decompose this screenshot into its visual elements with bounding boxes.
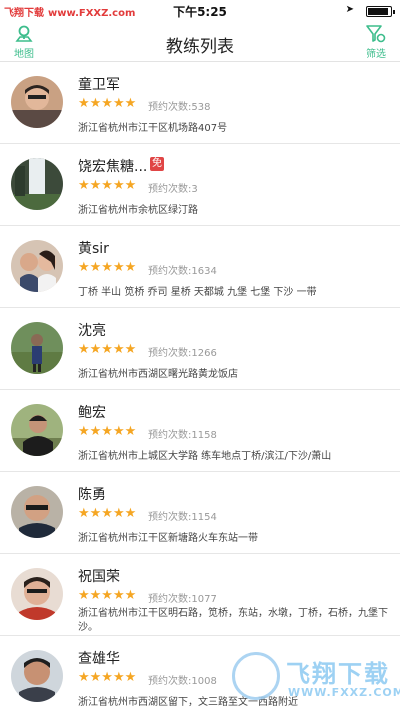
coach-name: 沈亮 (78, 323, 106, 339)
rating-stars: ★★★★★ (78, 506, 137, 521)
coach-address: 浙江省杭州市江干区机场路407号 (78, 123, 228, 134)
coach-name: 陈勇 (78, 487, 106, 503)
coach-item[interactable]: 黄sir ★★★★★ 预约次数:1634 丁桥 半山 笕桥 乔司 星桥 天都城 … (0, 226, 400, 308)
filter-label: 筛选 (366, 49, 386, 60)
coach-item[interactable]: 陈勇 ★★★★★ 预约次数:1154 浙江省杭州市江干区新塘路火车东站一带 (0, 472, 400, 554)
booking-count: 预约次数:3 (148, 184, 198, 195)
coach-name: 黄sir (78, 241, 109, 257)
avatar (11, 650, 63, 702)
filter-button[interactable]: 筛选 (354, 24, 398, 60)
booking-count: 预约次数:1158 (148, 430, 217, 441)
rating-stars: ★★★★★ (78, 670, 137, 685)
coach-address: 浙江省杭州市江干区明石路，笕桥，东站，水墩，丁桥，石桥，九堡下沙。 (78, 608, 388, 633)
watermark-logo-title: 飞翔下载 (286, 660, 390, 688)
coach-name: 查雄华 (78, 651, 120, 667)
coach-item[interactable]: 饶宏焦糖... 免 ★★★★★ 预约次数:3 浙江省杭州市余杭区绿汀路 (0, 144, 400, 226)
rating-stars: ★★★★★ (78, 178, 137, 193)
status-bar: 飞翔下载 www.FXXZ.com 下午5:25 ➤ (0, 0, 400, 22)
booking-count: 预约次数:1008 (148, 676, 217, 687)
coach-item[interactable]: 童卫军 ★★★★★ 预约次数:538 浙江省杭州市江干区机场路407号 (0, 62, 400, 144)
avatar (11, 76, 63, 128)
coach-address: 浙江省杭州市余杭区绿汀路 (78, 205, 198, 216)
watermark-logo-icon (232, 652, 280, 700)
battery-icon (366, 6, 395, 17)
battery-fill (368, 8, 389, 15)
coach-item[interactable]: 祝国荣 ★★★★★ 预约次数:1077 浙江省杭州市江干区明石路，笕桥，东站，水… (0, 554, 400, 636)
filter-icon (366, 25, 386, 43)
booking-count: 预约次数:538 (148, 102, 211, 113)
rating-stars: ★★★★★ (78, 342, 137, 357)
coach-name: 饶宏焦糖... (78, 159, 148, 175)
watermark-logo: 飞翔下载 WWW.FXXZ.COM (232, 650, 400, 706)
coach-list[interactable]: 童卫军 ★★★★★ 预约次数:538 浙江省杭州市江干区机场路407号 饶宏焦糖… (0, 62, 400, 710)
booking-count: 预约次数:1154 (148, 512, 217, 523)
coach-address: 丁桥 半山 笕桥 乔司 星桥 天都城 九堡 七堡 下沙 一带 (78, 287, 317, 298)
booking-count: 预约次数:1634 (148, 266, 217, 277)
status-time: 下午5:25 (173, 5, 227, 19)
avatar (11, 322, 63, 374)
coach-name: 童卫军 (78, 77, 120, 93)
nav-bar: 地图 教练列表 筛选 (0, 22, 400, 62)
booking-count: 预约次数:1266 (148, 348, 217, 359)
coach-address: 浙江省杭州市江干区新塘路火车东站一带 (78, 533, 258, 544)
rating-stars: ★★★★★ (78, 96, 137, 111)
avatar (11, 240, 63, 292)
free-badge: 免 (150, 157, 164, 171)
coach-address: 浙江省杭州市上城区大学路 练车地点丁桥/滨江/下沙/萧山 (78, 451, 332, 462)
avatar (11, 486, 63, 538)
coach-name: 祝国荣 (78, 569, 120, 585)
avatar (11, 568, 63, 620)
coach-item[interactable]: 沈亮 ★★★★★ 预约次数:1266 浙江省杭州市西湖区曙光路黄龙饭店 (0, 308, 400, 390)
avatar (11, 404, 63, 456)
coach-name: 鲍宏 (78, 405, 106, 421)
rating-stars: ★★★★★ (78, 424, 137, 439)
coach-item[interactable]: 鲍宏 ★★★★★ 预约次数:1158 浙江省杭州市上城区大学路 练车地点丁桥/滨… (0, 390, 400, 472)
page-title: 教练列表 (166, 37, 234, 57)
watermark-logo-url: WWW.FXXZ.COM (288, 686, 400, 699)
avatar (11, 158, 63, 210)
location-arrow-icon: ➤ (345, 4, 354, 15)
booking-count: 预约次数:1077 (148, 594, 217, 605)
coach-address: 浙江省杭州市西湖区曙光路黄龙饭店 (78, 369, 238, 380)
rating-stars: ★★★★★ (78, 260, 137, 275)
rating-stars: ★★★★★ (78, 588, 137, 603)
